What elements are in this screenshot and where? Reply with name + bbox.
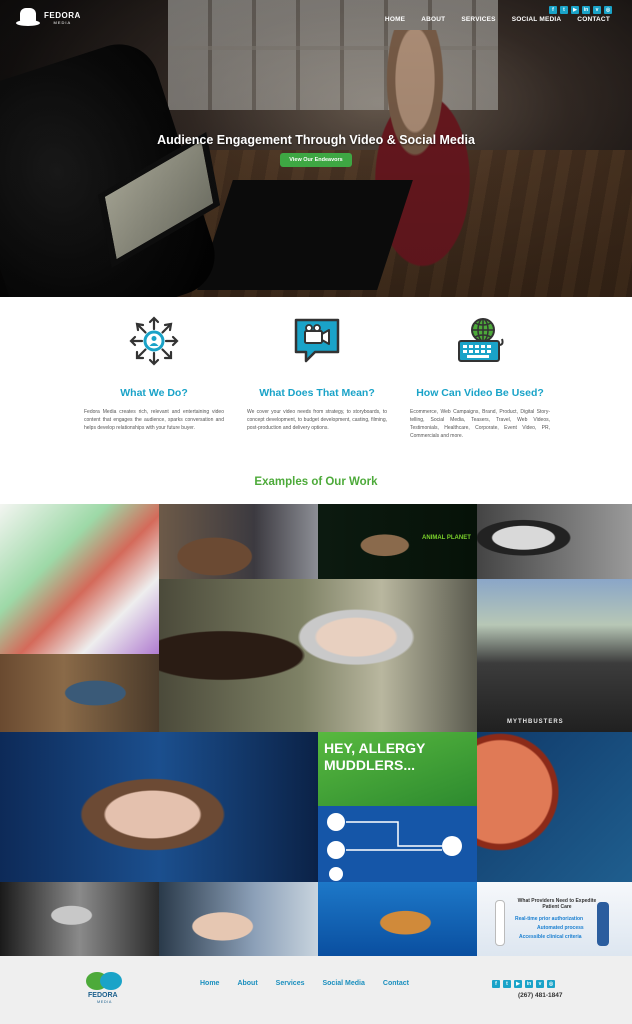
page: FEDORA MEDIA f t ▶ in v ◎ HOME ABOUT SER… — [0, 0, 632, 1024]
footer-nav-social-media[interactable]: Social Media — [322, 980, 364, 987]
work-tile-portrait-lockers[interactable] — [477, 504, 632, 579]
hero-overlay — [0, 0, 632, 297]
work-tile-infographic[interactable] — [318, 806, 477, 882]
footer-phone[interactable]: (267) 481-1847 — [518, 992, 562, 999]
feature-title-what-does-that-mean: What Does That Mean? — [259, 387, 375, 399]
work-tile-bw-man[interactable] — [0, 882, 159, 956]
audience-network-icon — [128, 315, 180, 367]
providers-item-2: Automated process — [537, 925, 584, 931]
providers-item-3: Accessible clinical criteria — [519, 934, 582, 940]
twitter-icon[interactable]: t — [560, 6, 568, 14]
work-tile-skydiver[interactable] — [318, 882, 477, 956]
main-nav: HOME ABOUT SERVICES SOCIAL MEDIA CONTACT — [385, 16, 610, 23]
globe-keyboard-icon — [454, 315, 506, 367]
footer-logo[interactable]: FEDORA MEDIA — [86, 972, 130, 1012]
feature-what-we-do: What We Do? Fedora Media creates rich, r… — [84, 315, 224, 432]
footer-social-links: f t ▶ in v ◎ — [492, 980, 555, 988]
work-tile-eye-closeup[interactable] — [477, 732, 632, 882]
youtube-icon[interactable]: ▶ — [514, 980, 522, 988]
allergy-headline: HEY, ALLERGY MUDDLERS... — [324, 740, 426, 773]
feature-title-how-can-video-be-used: How Can Video Be Used? — [416, 387, 544, 399]
work-tile-microscope[interactable] — [0, 654, 159, 732]
hero-title: Audience Engagement Through Video & Soci… — [157, 133, 475, 147]
view-endeavors-button[interactable]: View Our Endeavors — [280, 153, 352, 167]
header-social-links: f t ▶ in v ◎ — [549, 6, 612, 14]
nav-item-contact[interactable]: CONTACT — [577, 16, 610, 23]
work-tile-elderly-woman[interactable] — [159, 579, 477, 732]
logo-text: FEDORA MEDIA — [44, 10, 81, 25]
providers-item-1: Real-time prior authorization — [515, 916, 584, 922]
providers-woman-figure — [597, 902, 609, 946]
facebook-icon[interactable]: f — [549, 6, 557, 14]
nav-item-social-media[interactable]: SOCIAL MEDIA — [512, 16, 562, 23]
work-tile-lab-pipette[interactable] — [0, 504, 159, 654]
feature-what-does-that-mean: What Does That Mean? We cover your video… — [247, 315, 387, 432]
footer-nav-services[interactable]: Services — [276, 980, 305, 987]
examples-title: Examples of Our Work — [254, 476, 378, 488]
providers-doctor-figure — [495, 900, 505, 946]
speech-bubble-icon — [100, 972, 122, 990]
logo-name: FEDORA — [44, 10, 81, 20]
footer: FEDORA MEDIA Home About Services Social … — [0, 956, 632, 1024]
footer-logo-tagline: MEDIA — [97, 1000, 113, 1004]
work-tile-allergy[interactable]: HEY, ALLERGY MUDDLERS... — [318, 732, 477, 806]
footer-nav-about[interactable]: About — [237, 980, 257, 987]
instagram-icon[interactable]: ◎ — [604, 6, 612, 14]
work-tile-woman-portrait[interactable] — [0, 732, 318, 882]
animal-planet-logo: ANIMAL PLANET — [422, 535, 471, 541]
linkedin-icon[interactable]: in — [582, 6, 590, 14]
footer-logo-name: FEDORA — [88, 992, 118, 999]
feature-title-what-we-do: What We Do? — [120, 387, 188, 399]
nav-item-services[interactable]: SERVICES — [461, 16, 495, 23]
work-tile-girl-hat[interactable] — [159, 882, 318, 956]
feature-how-can-video-be-used: How Can Video Be Used? Ecommerce, Web Ca… — [410, 315, 550, 440]
work-tile-mythbusters[interactable]: MYTHBUSTERS — [477, 579, 632, 732]
hero-section: FEDORA MEDIA f t ▶ in v ◎ HOME ABOUT SER… — [0, 0, 632, 297]
site-logo[interactable]: FEDORA MEDIA — [16, 8, 81, 28]
work-gallery: ANIMAL PLANET MYTHBUSTERS HEY, ALLERGY M… — [0, 504, 632, 956]
instagram-icon[interactable]: ◎ — [547, 980, 555, 988]
logo-tagline: MEDIA — [53, 19, 72, 25]
nav-item-about[interactable]: ABOUT — [421, 16, 445, 23]
feature-text-what-does-that-mean: We cover your video needs from strategy,… — [247, 409, 387, 431]
work-tile-providers[interactable]: What Providers Need to Expedite Patient … — [477, 882, 632, 956]
footer-nav-home[interactable]: Home — [200, 980, 219, 987]
feature-text-what-we-do: Fedora Media creates rich, relevant and … — [84, 409, 224, 431]
fedora-hat-icon — [16, 8, 40, 28]
feature-text-how-can-video-be-used: Ecommerce, Web Campaigns, Brand, Product… — [410, 409, 550, 439]
providers-title: What Providers Need to Expedite Patient … — [517, 898, 597, 910]
mythbusters-logo: MYTHBUSTERS — [507, 719, 564, 725]
vimeo-icon[interactable]: v — [536, 980, 544, 988]
footer-nav-contact[interactable]: Contact — [383, 980, 409, 987]
features-section: What We Do? Fedora Media creates rich, r… — [0, 297, 632, 497]
facebook-icon[interactable]: f — [492, 980, 500, 988]
linkedin-icon[interactable]: in — [525, 980, 533, 988]
video-chat-icon — [291, 315, 343, 367]
twitter-icon[interactable]: t — [503, 980, 511, 988]
nav-item-home[interactable]: HOME — [385, 16, 405, 23]
work-tile-animal-planet[interactable]: ANIMAL PLANET — [318, 504, 477, 579]
infographic-diagram — [327, 813, 462, 881]
work-tile-dog-vet[interactable] — [159, 504, 318, 579]
footer-nav: Home About Services Social Media Contact — [200, 980, 409, 987]
vimeo-icon[interactable]: v — [593, 6, 601, 14]
youtube-icon[interactable]: ▶ — [571, 6, 579, 14]
